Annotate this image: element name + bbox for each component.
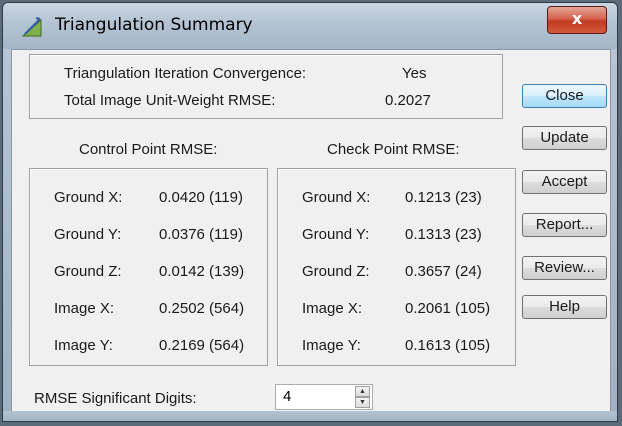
check-value: 0.3657 (24) — [405, 263, 482, 280]
check-value: 0.1313 (23) — [405, 226, 482, 243]
check-value: 0.1613 (105) — [405, 337, 491, 354]
summary-panel: Triangulation Iteration Convergence: Yes… — [29, 54, 503, 119]
control-label: Ground X: — [54, 189, 123, 206]
triangulation-summary-window: Triangulation Summary x Triangulation It… — [2, 2, 618, 422]
check-point-panel: Ground X: 0.1213 (23) Ground Y: 0.1313 (… — [277, 168, 516, 366]
control-value: 0.2502 (564) — [159, 300, 245, 317]
close-button[interactable]: Close — [522, 84, 607, 108]
control-point-heading: Control Point RMSE: — [79, 141, 218, 158]
significant-digits-value[interactable]: 4 — [283, 388, 291, 405]
check-point-heading: Check Point RMSE: — [327, 141, 460, 158]
convergence-value: Yes — [402, 65, 427, 82]
control-value: 0.2169 (564) — [159, 337, 245, 354]
window-close-button[interactable]: x — [547, 6, 607, 34]
check-label: Ground X: — [302, 189, 371, 206]
title-bar[interactable]: Triangulation Summary x — [3, 3, 617, 49]
control-label: Image X: — [54, 300, 115, 317]
down-arrow-icon[interactable]: ▼ — [355, 397, 370, 408]
image-rmse-value: 0.2027 — [385, 92, 431, 109]
control-value: 0.0376 (119) — [159, 226, 243, 243]
significant-digits-spinner[interactable]: 4 ▲ ▼ — [275, 384, 373, 410]
control-value: 0.0420 (119) — [159, 189, 243, 206]
check-label: Image X: — [302, 300, 363, 317]
check-label: Ground Z: — [302, 263, 370, 280]
accept-button[interactable]: Accept — [522, 170, 607, 194]
control-label: Image Y: — [54, 337, 113, 354]
check-value: 0.2061 (105) — [405, 300, 491, 317]
dialog-body: Triangulation Iteration Convergence: Yes… — [11, 49, 611, 413]
help-button[interactable]: Help — [522, 295, 607, 319]
window-bottom-border — [3, 411, 617, 421]
significant-digits-label: RMSE Significant Digits: — [34, 390, 197, 407]
check-label: Image Y: — [302, 337, 361, 354]
control-label: Ground Z: — [54, 263, 122, 280]
review-button[interactable]: Review... — [522, 256, 607, 280]
spinner-buttons: ▲ ▼ — [355, 386, 370, 408]
control-point-panel: Ground X: 0.0420 (119) Ground Y: 0.0376 … — [29, 168, 268, 366]
image-rmse-label: Total Image Unit-Weight RMSE: — [64, 92, 276, 109]
triangulation-icon — [21, 17, 42, 37]
update-button[interactable]: Update — [522, 126, 607, 150]
control-value: 0.0142 (139) — [159, 263, 245, 280]
report-button[interactable]: Report... — [522, 213, 607, 237]
check-label: Ground Y: — [302, 226, 370, 243]
window-title: Triangulation Summary — [55, 15, 253, 35]
check-value: 0.1213 (23) — [405, 189, 482, 206]
convergence-label: Triangulation Iteration Convergence: — [64, 65, 307, 82]
control-label: Ground Y: — [54, 226, 122, 243]
up-arrow-icon[interactable]: ▲ — [355, 386, 370, 397]
